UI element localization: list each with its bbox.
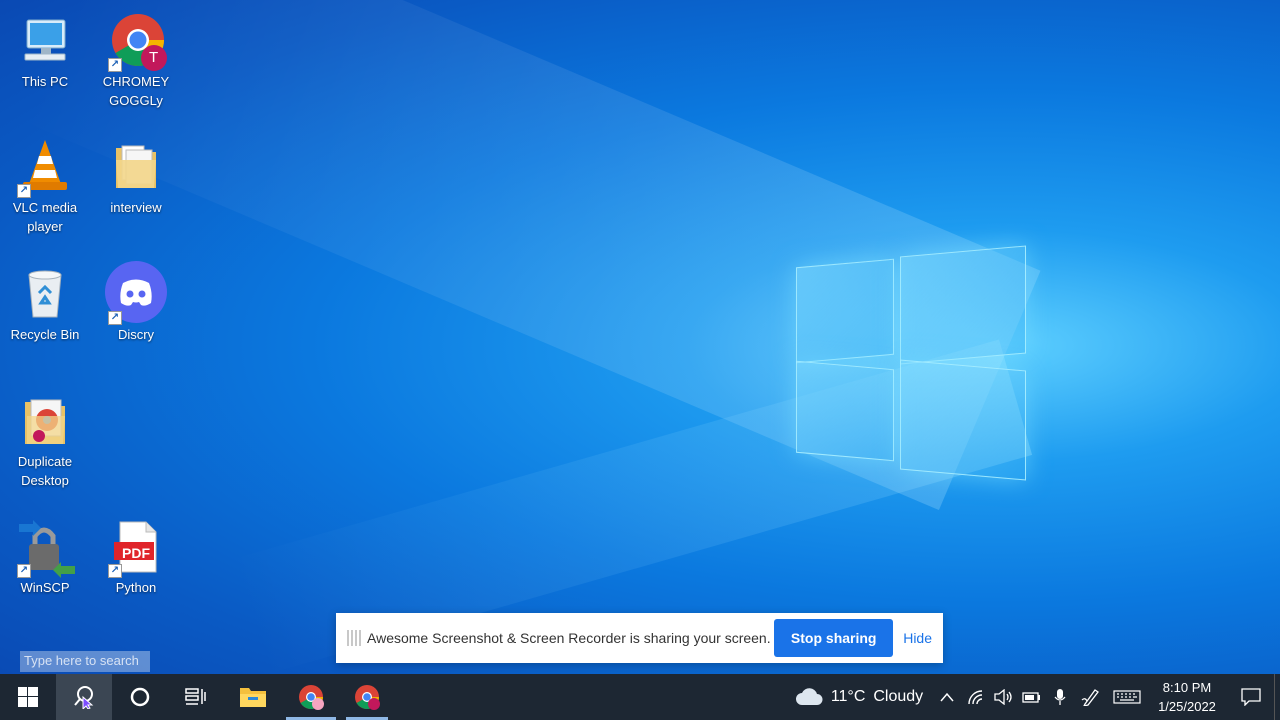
- hide-button[interactable]: Hide: [903, 630, 932, 646]
- desktop-icon-winscp[interactable]: ↗ WinSCP: [2, 512, 88, 597]
- weather-widget[interactable]: 11°C Cloudy: [786, 674, 932, 720]
- desktop-icon-label: Discry: [117, 327, 155, 342]
- desktop-icon-label: Python: [115, 580, 157, 595]
- desktop-icon-duplicate-desktop[interactable]: Duplicate Desktop: [2, 386, 88, 490]
- taskbar-chrome-profile[interactable]: [342, 674, 392, 720]
- show-desktop-button[interactable]: [1274, 674, 1280, 720]
- desktop-icon-this-pc[interactable]: This PC: [2, 6, 88, 91]
- windows-start-icon: [18, 687, 38, 707]
- pdf-label: PDF: [122, 545, 150, 561]
- microphone-button[interactable]: [1046, 674, 1074, 720]
- pen-icon: [1081, 689, 1099, 706]
- weather-temp: 11°C: [830, 688, 866, 705]
- folder-icon: [108, 138, 164, 194]
- chrome-profile-icon: [355, 685, 380, 710]
- windows-logo-wallpaper: [796, 243, 1028, 481]
- sharing-message: Awesome Screenshot & Screen Recorder is …: [367, 630, 771, 646]
- taskbar-chrome-duplicate[interactable]: [282, 674, 340, 720]
- shortcut-arrow-icon: ↗: [17, 184, 31, 198]
- cortana-circle-icon: [130, 687, 150, 707]
- clock[interactable]: 8:10 PM 1/25/2022: [1146, 674, 1228, 720]
- wifi-icon: [968, 690, 983, 705]
- chevron-up-icon: [940, 692, 954, 702]
- shortcut-arrow-icon: ↗: [17, 564, 31, 578]
- computer-icon: [17, 12, 73, 68]
- drag-handle[interactable]: [347, 630, 361, 646]
- speaker-icon: [994, 689, 1012, 705]
- profile-badge: T: [149, 49, 159, 66]
- desktop-icon-label: WinSCP: [20, 580, 70, 595]
- volume-button[interactable]: [990, 674, 1018, 720]
- taskbar-file-explorer[interactable]: [224, 674, 282, 720]
- network-button[interactable]: [962, 674, 990, 720]
- discord-icon: ↗: [105, 261, 167, 325]
- clock-time: 8:10 PM: [1162, 680, 1212, 695]
- battery-icon: [1022, 692, 1040, 703]
- touch-keyboard-button[interactable]: [1108, 674, 1146, 720]
- search-icon: [74, 686, 94, 709]
- chrome-icon: T ↗: [108, 12, 167, 72]
- show-hidden-icons-button[interactable]: [932, 674, 962, 720]
- file-explorer-icon: [240, 688, 266, 707]
- stop-sharing-button[interactable]: Stop sharing: [774, 619, 894, 657]
- desktop-icon-label: Recycle Bin: [10, 327, 80, 342]
- task-view-button[interactable]: [168, 674, 224, 720]
- desktop-icon-interview[interactable]: interview: [93, 132, 179, 217]
- shortcut-arrow-icon: ↗: [108, 311, 122, 325]
- task-view-icon: [185, 688, 206, 705]
- start-button[interactable]: [0, 674, 56, 720]
- screen-sharing-bar: Awesome Screenshot & Screen Recorder is …: [336, 613, 943, 663]
- pdf-file-icon: PDF ↗: [108, 518, 164, 578]
- desktop-icon-discry[interactable]: ↗ Discry: [93, 259, 179, 344]
- weather-condition: Cloudy: [873, 688, 924, 705]
- battery-button[interactable]: [1018, 674, 1046, 720]
- desktop-icon-vlc[interactable]: ↗ VLC media player: [2, 132, 88, 236]
- shortcut-arrow-icon: ↗: [108, 58, 122, 72]
- recycle-bin-icon: [17, 265, 73, 321]
- taskbar: 11°C Cloudy 8:10 PM 1/25/2022: [0, 674, 1280, 720]
- desktop-icon-python[interactable]: PDF ↗ Python: [93, 512, 179, 597]
- notification-icon: [1241, 688, 1261, 706]
- desktop-icon-label: Duplicate Desktop: [17, 454, 73, 488]
- search-button[interactable]: [56, 674, 112, 720]
- action-center-button[interactable]: [1228, 674, 1274, 720]
- desktop-icon-label: This PC: [21, 74, 69, 89]
- desktop-icon-label: CHROMEY GOGGLy: [102, 74, 170, 108]
- desktop-icon-recycle-bin[interactable]: Recycle Bin: [2, 259, 88, 344]
- cloud-icon: [795, 688, 823, 705]
- keyboard-icon: [1113, 690, 1141, 704]
- chrome-folder-icon: [17, 392, 73, 448]
- system-tray: 11°C Cloudy 8:10 PM 1/25/2022: [786, 674, 1280, 720]
- clock-date: 1/25/2022: [1158, 699, 1216, 714]
- winscp-lock-icon: ↗: [17, 518, 75, 578]
- microphone-icon: [1054, 689, 1066, 705]
- shortcut-arrow-icon: ↗: [108, 564, 122, 578]
- desktop-icon-label: interview: [110, 200, 162, 215]
- vlc-cone-icon: ↗: [17, 138, 73, 198]
- cortana-button[interactable]: [112, 674, 168, 720]
- search-tooltip: Type here to search: [20, 651, 150, 672]
- pen-workspace-button[interactable]: [1074, 674, 1108, 720]
- chrome-icon: [299, 685, 324, 710]
- desktop-icon-label: VLC media player: [12, 200, 78, 234]
- desktop-icon-chromey-goggly[interactable]: T ↗ CHROMEY GOGGLy: [93, 6, 179, 110]
